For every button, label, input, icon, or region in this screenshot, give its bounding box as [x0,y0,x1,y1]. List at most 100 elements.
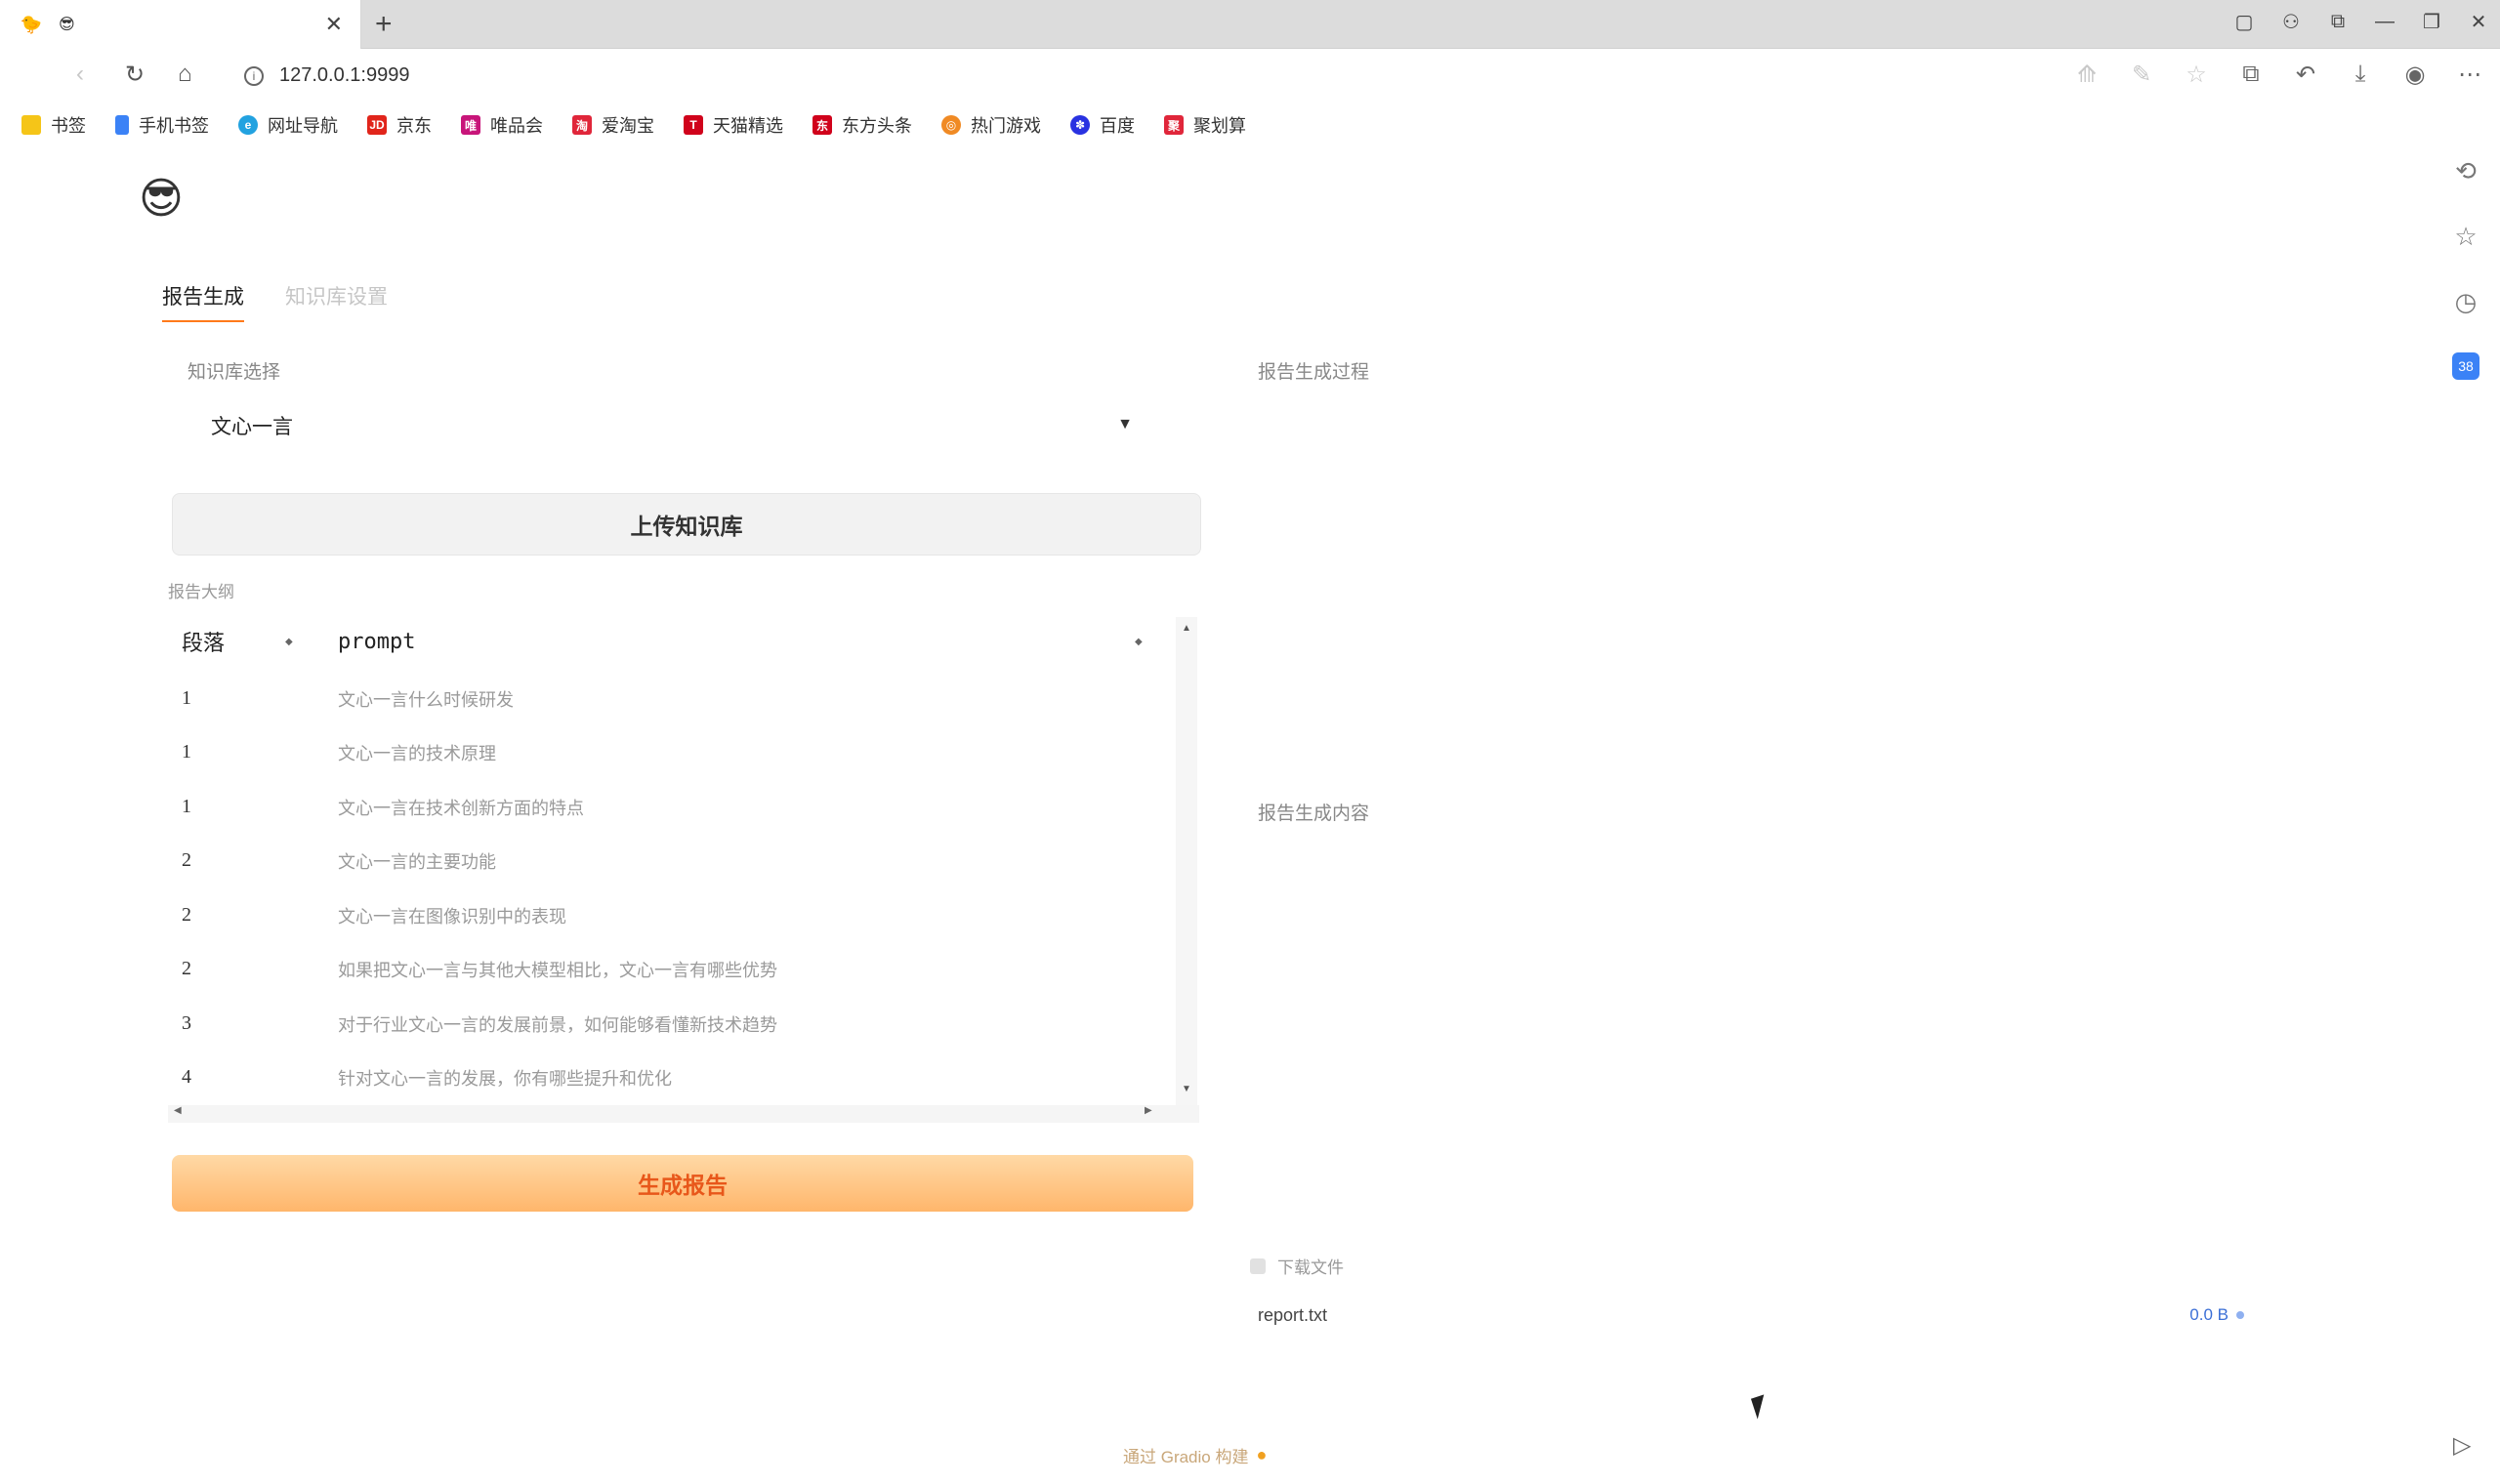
game-icon[interactable]: ⚇ [2281,10,2301,34]
progress-label: 报告生成过程 [1258,362,1370,383]
status-dot-icon [2236,1311,2244,1319]
translate-icon[interactable]: ⟰ [2074,61,2100,89]
news-icon: 东 [812,115,832,135]
games-icon: ◎ [941,115,961,135]
jd-icon: JD [367,115,387,135]
mobile-bookmark-icon [115,115,129,135]
bookmarks-bar: 书签 手机书签 e 网址导航 JD 京东 唯 唯品会 淘 爱淘宝 T 天猫精选 … [0,103,2500,146]
extension-icon[interactable]: ⧉ [2328,11,2348,33]
footer: 通过 Gradio 构建 ● [1123,1443,1267,1467]
minimize-icon[interactable]: — [2375,11,2395,33]
table-row[interactable]: 2 文心一言在图像识别中的表现 [168,888,1174,942]
table-vertical-scrollbar[interactable]: ▲ ▼ [1176,617,1197,1117]
site-info-icon[interactable]: i [244,66,264,86]
scroll-down-icon[interactable]: ▼ [1182,1084,1191,1094]
gradio-logo-icon: ● [1256,1445,1268,1464]
browser-sidebar: ⟲ ☆ ◷ 38 [2441,156,2490,380]
tmall-icon: T [684,115,703,135]
bookmark-item[interactable]: 东 东方头条 [812,112,912,138]
nav-site-icon: e [238,115,258,135]
back-icon[interactable]: ‹ [76,61,84,88]
table-row[interactable]: 4 针对文心一言的发展，你有哪些提升和优化 [168,1051,1174,1104]
bookmark-item[interactable]: 淘 爱淘宝 [572,112,654,138]
generate-report-button[interactable]: 生成报告 [172,1155,1193,1212]
sidebar-toggle-icon[interactable]: ▷ [2453,1431,2471,1460]
bookmark-item[interactable]: 书签 [21,112,86,138]
download-icon[interactable]: ⤓ [2348,61,2373,89]
undo-icon[interactable]: ↶ [2293,61,2318,89]
tab-close-icon[interactable]: ✕ [325,12,343,37]
reading-mode-icon[interactable]: ▢ [2234,10,2254,34]
bookmark-item[interactable]: 唯 唯品会 [461,112,543,138]
sort-icon[interactable]: ◆ [1135,637,1174,647]
table-row[interactable]: 1 文心一言的技术原理 [168,725,1174,779]
url-text[interactable]: 127.0.0.1:9999 [279,64,409,87]
baidu-icon: ✽ [1070,115,1090,135]
profile-icon[interactable]: ◉ [2402,61,2428,89]
upload-knowledge-button[interactable]: 上传知识库 [172,493,1201,556]
table-row[interactable]: 2 如果把文心一言与其他大模型相比，文心一言有哪些优势 [168,942,1174,996]
chevron-down-icon: ▼ [1117,416,1133,433]
bookmark-item[interactable]: ◎ 热门游戏 [941,112,1041,138]
content-output [1258,836,2283,1226]
download-file-row[interactable]: report.txt 0.0 B [1258,1300,2244,1330]
bookmark-item[interactable]: 手机书签 [115,112,209,138]
vip-icon: 唯 [461,115,480,135]
taobao-icon: 淘 [572,115,592,135]
table-header: 段落 ◆ prompt ◆ [168,617,1174,666]
bookmark-item[interactable]: JD 京东 [367,112,432,138]
file-size: 0.0 B [2189,1305,2244,1325]
favorite-add-icon[interactable]: ☆ [2184,61,2209,89]
outline-table: 段落 ◆ prompt ◆ 1 文心一言什么时候研发 1 文心一言的技术原理 1… [168,617,1199,1125]
bookmark-item[interactable]: T 天猫精选 [684,112,783,138]
tab-favicon-icon: 🐤 [20,14,43,34]
bookmark-item[interactable]: 聚 聚划算 [1164,112,1246,138]
tab-report-generation[interactable]: 报告生成 [162,281,244,322]
content-label: 报告生成内容 [1258,804,1370,824]
model-select-label: 知识库选择 [188,362,281,383]
juhuasuan-icon: 聚 [1164,115,1184,135]
progress-output [1258,394,2283,765]
tab-title: 😎 [59,17,75,33]
scroll-left-icon[interactable]: ◀ [174,1105,182,1116]
model-select[interactable]: 文心一言 ▼ [188,398,1150,453]
table-row[interactable]: 2 文心一言的主要功能 [168,834,1174,887]
file-name[interactable]: report.txt [1258,1305,1327,1326]
column-header-paragraph[interactable]: 段落 [168,626,285,657]
app-logo: 😎 [139,175,184,223]
window-controls: ▢ ⚇ ⧉ — ❐ ✕ [2234,10,2488,34]
tab-knowledge-settings[interactable]: 知识库设置 [285,281,388,322]
browser-titlebar: 🐤 😎 ✕ + ▢ ⚇ ⧉ — ❐ ✕ [0,0,2500,49]
app-shortcut-icon[interactable]: 38 [2452,352,2479,380]
home-icon[interactable]: ⌂ [178,61,192,88]
favorites-star-icon[interactable]: ☆ [2454,222,2477,252]
bookmark-folder-icon [21,115,41,135]
sort-icon[interactable]: ◆ [285,637,320,647]
search-sidebar-icon[interactable]: ⟲ [2455,156,2477,186]
browser-tab[interactable]: 🐤 😎 ✕ [0,0,361,49]
table-row[interactable]: 1 文心一言什么时候研发 [168,672,1174,725]
table-horizontal-scrollbar[interactable]: ◀ ▶ [168,1105,1199,1123]
history-clock-icon[interactable]: ◷ [2455,287,2478,317]
bookmark-item[interactable]: e 网址导航 [238,112,338,138]
table-row[interactable]: 1 文心一言在技术创新方面的特点 [168,780,1174,834]
new-tab-icon[interactable]: + [375,8,393,41]
address-bar: ‹ ↻ ⌂ i 127.0.0.1:9999 ⟰ ✎ ☆ ⧉ ↶ ⤓ ◉ ⋯ [0,49,2500,103]
maximize-icon[interactable]: ❐ [2422,10,2441,34]
bookmark-item[interactable]: ✽ 百度 [1070,112,1135,138]
download-file-label: 下载文件 [1250,1254,1344,1278]
footer-text[interactable]: 通过 Gradio 构建 [1123,1443,1248,1467]
window-close-icon[interactable]: ✕ [2469,10,2488,34]
more-icon[interactable]: ⋯ [2457,61,2482,89]
scroll-right-icon[interactable]: ▶ [1145,1105,1152,1116]
table-row[interactable]: 3 对于行业文心一言的发展前景，如何能够看懂新技术趋势 [168,997,1174,1051]
extensions-icon[interactable]: ⧉ [2238,61,2264,89]
pin-icon[interactable]: ✎ [2129,61,2154,89]
browser-toolbar: ⟰ ✎ ☆ ⧉ ↶ ⤓ ◉ ⋯ [2074,61,2482,89]
column-header-prompt[interactable]: prompt [320,630,1135,654]
mouse-cursor-icon [1750,1394,1771,1420]
scroll-up-icon[interactable]: ▲ [1182,623,1191,634]
app-tabs: 报告生成 知识库设置 [162,281,388,322]
file-icon [1250,1257,1266,1274]
reload-icon[interactable]: ↻ [125,61,145,89]
